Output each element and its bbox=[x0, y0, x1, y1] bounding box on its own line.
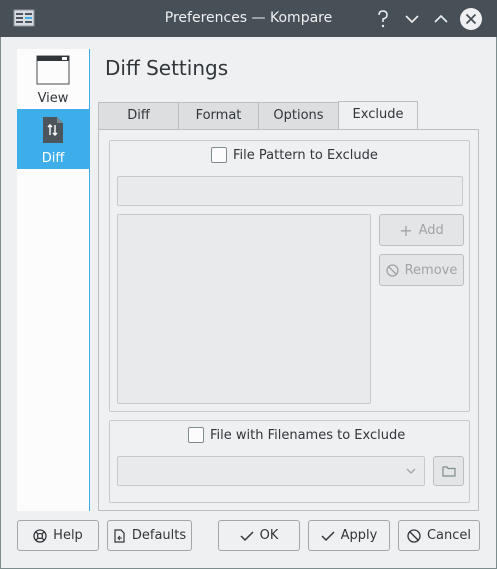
file-checkbox-label: File with Filenames to Exclude bbox=[210, 427, 406, 443]
sidebar-item-label: View bbox=[37, 91, 69, 106]
tab-diff[interactable]: Diff bbox=[98, 102, 179, 130]
ok-button[interactable]: OK bbox=[218, 520, 300, 551]
remove-circle-icon bbox=[385, 263, 399, 277]
help-button-label: Help bbox=[53, 528, 83, 543]
pattern-group: File Pattern to Exclude + Add Remove bbox=[109, 140, 470, 412]
ok-button-label: OK bbox=[259, 528, 279, 543]
maximize-icon[interactable] bbox=[429, 7, 453, 31]
cancel-button-label: Cancel bbox=[426, 528, 472, 543]
apply-button-label: Apply bbox=[340, 528, 378, 543]
help-lifebuoy-icon bbox=[33, 528, 47, 543]
diff-icon bbox=[43, 117, 63, 143]
chevron-down-icon bbox=[406, 468, 416, 474]
exclude-tab-panel: File Pattern to Exclude + Add Remove Fil… bbox=[98, 129, 479, 511]
defaults-button[interactable]: Defaults bbox=[107, 520, 192, 551]
browse-folder-button[interactable] bbox=[433, 456, 464, 486]
title-bar: Preferences — Kompare bbox=[0, 0, 497, 37]
tab-format[interactable]: Format bbox=[178, 102, 259, 130]
document-revert-icon bbox=[114, 528, 125, 543]
defaults-button-label: Defaults bbox=[131, 528, 187, 543]
sidebar-item-label: Diff bbox=[41, 151, 65, 166]
help-button[interactable]: Help bbox=[17, 520, 99, 551]
pattern-checkbox[interactable]: File Pattern to Exclude bbox=[211, 147, 378, 163]
remove-button-label: Remove bbox=[404, 262, 458, 278]
checkbox-box[interactable] bbox=[188, 427, 204, 443]
sidebar-item-view[interactable]: View bbox=[17, 49, 89, 109]
apply-button[interactable]: Apply bbox=[308, 520, 390, 551]
remove-button[interactable]: Remove bbox=[379, 254, 464, 286]
add-button[interactable]: + Add bbox=[379, 214, 464, 246]
add-button-label: Add bbox=[418, 222, 444, 238]
minimize-icon[interactable] bbox=[400, 7, 424, 31]
window-icon bbox=[36, 55, 70, 85]
help-question-icon[interactable] bbox=[371, 7, 395, 31]
folder-icon bbox=[441, 466, 456, 477]
tab-options[interactable]: Options bbox=[258, 102, 339, 130]
checkmark-icon bbox=[240, 530, 254, 541]
tab-exclude[interactable]: Exclude bbox=[338, 101, 418, 130]
file-group: File with Filenames to Exclude bbox=[109, 420, 470, 503]
sidebar: View Diff bbox=[17, 49, 90, 511]
pattern-checkbox-label: File Pattern to Exclude bbox=[233, 147, 378, 163]
cancel-button[interactable]: Cancel bbox=[398, 520, 480, 551]
pattern-list[interactable] bbox=[117, 214, 371, 404]
cancel-icon bbox=[407, 528, 421, 543]
close-window-button[interactable] bbox=[459, 7, 483, 31]
file-checkbox[interactable]: File with Filenames to Exclude bbox=[188, 427, 405, 443]
file-path-combo[interactable] bbox=[117, 456, 425, 486]
pattern-input[interactable] bbox=[117, 176, 463, 206]
sidebar-item-diff[interactable]: Diff bbox=[17, 109, 89, 169]
checkmark-icon bbox=[321, 530, 335, 541]
checkbox-box[interactable] bbox=[211, 147, 227, 163]
plus-icon: + bbox=[399, 220, 413, 240]
page-title: Diff Settings bbox=[105, 56, 229, 80]
